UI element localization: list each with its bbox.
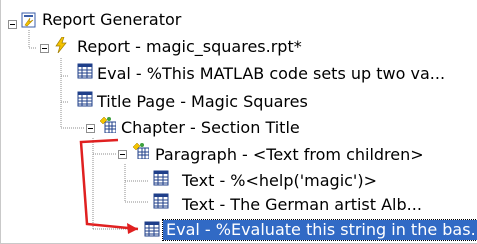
component-tree-panel: Report Generator Report - magic_squares.… — [0, 0, 477, 244]
move-arrow-annotation — [79, 138, 139, 234]
